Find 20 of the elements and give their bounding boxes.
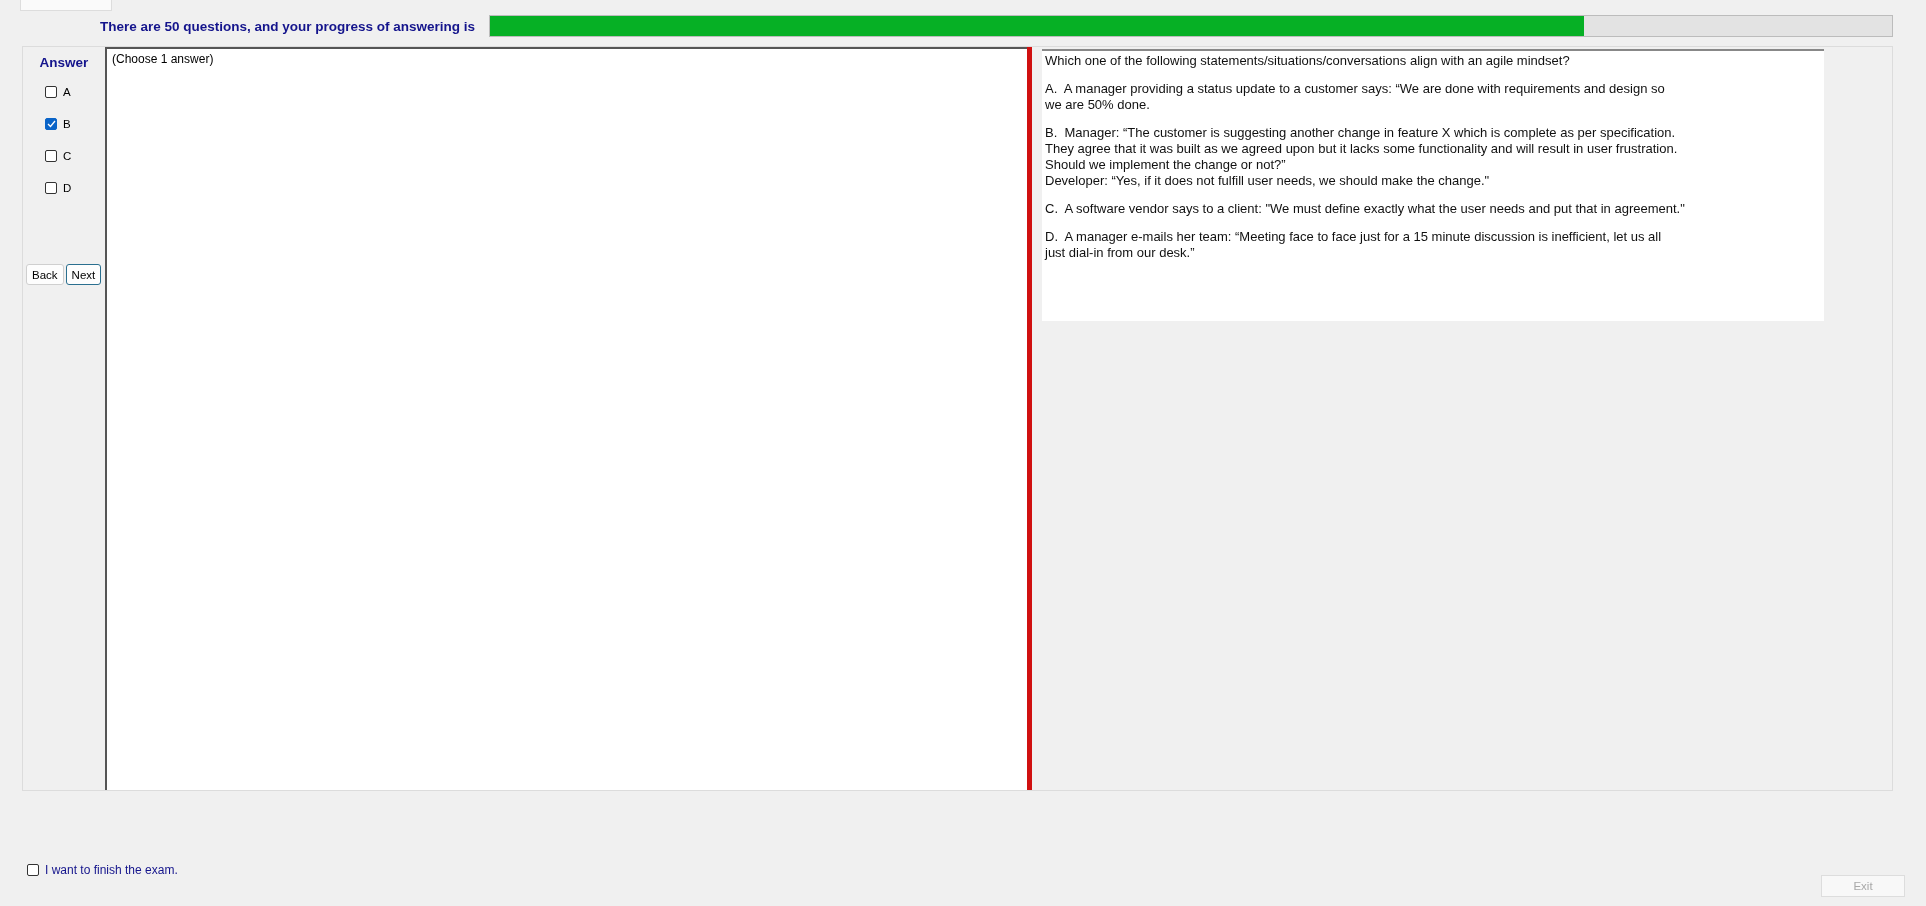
option-checkbox[interactable] [45, 118, 57, 130]
option-checkbox[interactable] [45, 182, 57, 194]
option-label: D [63, 182, 72, 194]
progress-text: There are 50 questions, and your progress of answering is [100, 18, 476, 34]
finish-label: I want to finish the exam. [45, 863, 178, 877]
option-label: A [63, 86, 71, 98]
option-checkbox[interactable] [45, 86, 57, 98]
next-button[interactable]: Next [65, 264, 102, 285]
instruction-text: (Choose 1 answer) [112, 52, 214, 66]
question-text: Which one of the following statements/situations/conversations align with an agile mindset? [1045, 53, 1571, 69]
question-text: A. A manager providing a status update to a customer says: “We are done with requirements and design so we are 50% done. [1045, 81, 1666, 113]
question-text: B. Manager: “The customer is suggesting another change in feature X which is complete as per specification. They agree that it was built as we agreed upon but it lacks some functionality and will result in user frustration. Should we implement the change or not?” Developer: “Yes, if it does not fulfill user needs, we should make the change." [1045, 125, 1679, 189]
option-label: B [63, 118, 71, 130]
option-label: C [63, 150, 72, 162]
answer-heading: Answer [39, 55, 89, 70]
finish-checkbox[interactable] [27, 864, 39, 876]
question-text: D. A manager e-mails her team: “Meeting face to face just for a 15 minute discussion is inefficient, let us all just dial-in from our desk.” [1045, 229, 1663, 261]
back-button[interactable]: Back [26, 264, 64, 285]
question-text: C. A software vendor says to a client: "We must define exactly what the user needs and put that in agreement." [1045, 201, 1686, 217]
option-checkbox[interactable] [45, 150, 57, 162]
